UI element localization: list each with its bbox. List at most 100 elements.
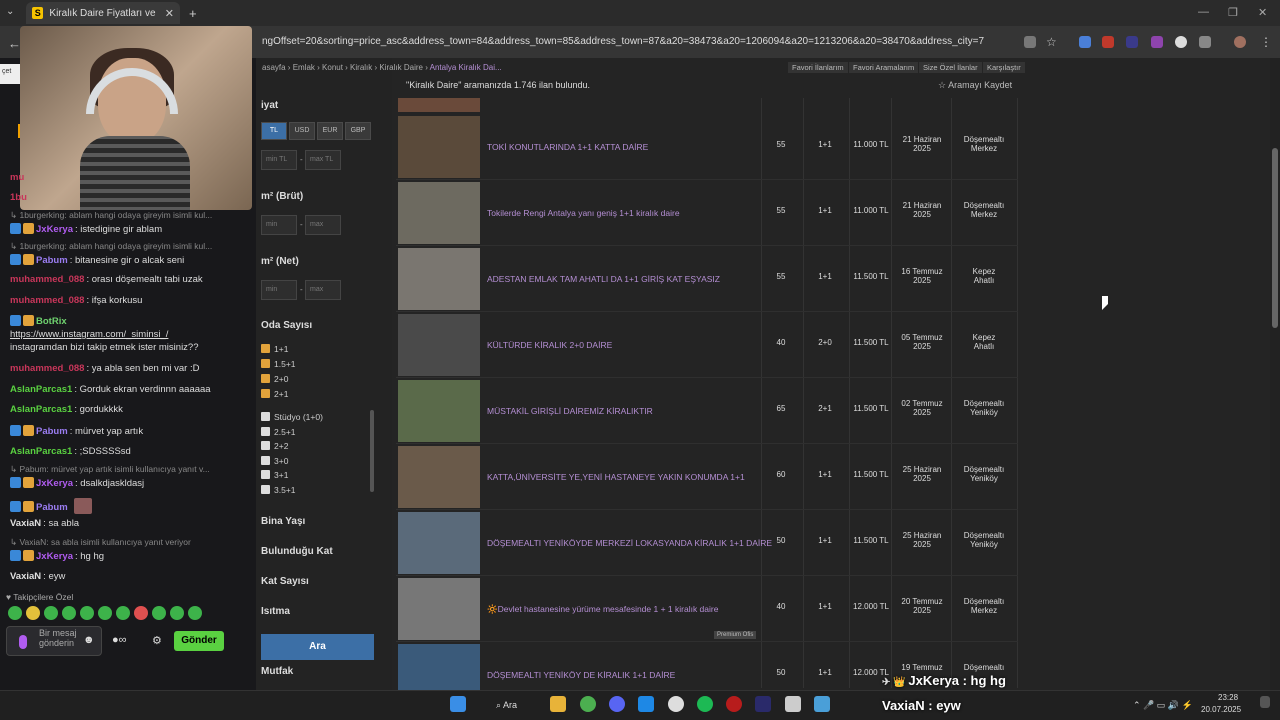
room-checkbox[interactable]: 3+0 [261, 455, 288, 466]
listing-title-link[interactable]: KATTA,ÜNİVERSİTE YE,YENİ HASTANEYE YAKIN… [487, 472, 745, 482]
search-button[interactable]: Ara [261, 634, 374, 660]
chat-username[interactable]: AslanParcas1 [10, 384, 72, 395]
listing-title-link[interactable]: DÖŞEMEALTI YENİKÖYDE MERKEZİ LOKASYANDA … [487, 538, 772, 548]
chat-username[interactable]: AslanParcas1 [10, 446, 72, 457]
filter-section-heading[interactable]: Kat Sayısı [261, 576, 309, 587]
room-checkbox[interactable]: Stüdyo (1+0) [261, 412, 323, 422]
checkbox-unchecked-icon[interactable] [261, 412, 270, 421]
listing-row[interactable]: KATTA,ÜNİVERSİTE YE,YENİ HASTANEYE YAKIN… [396, 444, 1018, 510]
currency-eur-button[interactable]: EUR [317, 122, 343, 140]
room-checkbox[interactable]: 2+0 [261, 374, 288, 384]
listing-thumbnail[interactable] [398, 314, 480, 376]
breadcrumb-item[interactable]: Kiralık Daire [379, 63, 423, 72]
checkbox-checked-icon[interactable] [261, 359, 270, 368]
notepad-icon[interactable] [814, 696, 830, 712]
breadcrumb-item[interactable]: Konut [322, 63, 343, 72]
listing-thumbnail[interactable] [398, 380, 480, 442]
emote-bar[interactable] [8, 606, 202, 620]
emoji-icon[interactable]: ☻ [83, 635, 95, 646]
listing-row[interactable]: TOKİ KONUTLARINDA 1+1 KATTA DAİRE 55 1+1 11… [396, 114, 1018, 180]
room-checkbox[interactable]: 2+2 [261, 441, 288, 451]
chat-message-input[interactable]: Bir mesaj gönderin ☻ [6, 626, 102, 656]
listing-thumbnail[interactable] [398, 512, 480, 574]
m2-brut-max-input[interactable]: max [305, 215, 341, 235]
url-field[interactable]: ngOffset=20&sorting=price_asc&address_to… [262, 36, 984, 47]
checkbox-unchecked-icon[interactable] [261, 426, 270, 436]
listing-thumbnail[interactable] [398, 182, 480, 244]
checkbox-checked-icon[interactable] [261, 389, 270, 398]
room-checkbox[interactable]: 2+1 [261, 389, 288, 399]
bookmark-star-icon[interactable]: ☆ [1046, 36, 1058, 48]
page-scrollbar[interactable] [1270, 58, 1280, 690]
listing-row[interactable]: MÜSTAKİL GİRİŞLİ DAİREMİZ KİRALIKTIR 65 2+… [396, 378, 1018, 444]
listing-thumbnail[interactable] [398, 116, 480, 178]
listing-title-link[interactable]: ADESTAN EMLAK TAM AHATLI DA 1+1 GİRİŞ KA… [487, 274, 720, 284]
windows-start-icon[interactable] [450, 696, 466, 712]
listing-title-link[interactable]: TOKİ KONUTLARINDA 1+1 KATTA DAİRE [487, 142, 648, 152]
max-price-input[interactable]: max TL [305, 150, 341, 170]
extension-icon[interactable] [1151, 36, 1163, 48]
filter-section-heading[interactable]: Mutfak [261, 666, 293, 677]
rooms-scrollbar[interactable] [370, 410, 374, 492]
room-checkbox[interactable]: 1+1 [261, 344, 288, 354]
m2-brut-min-input[interactable]: min [261, 215, 297, 235]
chat-username[interactable]: JxKerya [36, 478, 73, 489]
key-icon[interactable] [1024, 36, 1036, 48]
chat-username[interactable]: Pabum [36, 502, 68, 513]
minimize-icon[interactable]: — [1198, 6, 1209, 18]
room-checkbox[interactable]: 3.5+1 [261, 485, 296, 495]
checkbox-unchecked-icon[interactable] [261, 441, 270, 451]
chat-username[interactable]: muhammed_088 [10, 295, 84, 306]
filter-section-heading[interactable]: Bina Yaşı [261, 516, 305, 527]
listing-thumbnail[interactable] [398, 248, 480, 310]
currency-gbp-button[interactable]: GBP [345, 122, 371, 140]
filter-section-heading[interactable]: Bulunduğu Kat [261, 546, 333, 557]
listing-row[interactable]: KÜLTÜRDE KİRALIK 2+0 DAİRE 40 2+0 11.500 TL… [396, 312, 1018, 378]
favorite-listings-link[interactable]: Favori İlanlarım [788, 62, 848, 73]
breadcrumb-item[interactable]: asayfa [262, 63, 286, 72]
listing-row[interactable]: DÖŞEMEALTI YENİKÖYDE MERKEZİ LOKASYANDA … [396, 510, 1018, 576]
close-window-icon[interactable]: ✕ [1258, 6, 1267, 19]
listing-thumbnail[interactable] [398, 446, 480, 508]
chat-username[interactable]: 1bu [10, 192, 27, 203]
taskbar-search[interactable]: ⌕ Ara [496, 700, 517, 711]
listing-row[interactable]: ADESTAN EMLAK TAM AHATLI DA 1+1 GİRİŞ KA… [396, 246, 1018, 312]
checkbox-unchecked-icon[interactable] [261, 455, 270, 465]
checkbox-checked-icon[interactable] [261, 374, 270, 383]
menu-kebab-icon[interactable]: ⋮ [1260, 36, 1272, 48]
chat-username[interactable]: AslanParcas1 [10, 404, 72, 415]
room-checkbox[interactable]: 3+1 [261, 470, 288, 480]
chat-username[interactable]: Pabum [36, 255, 68, 266]
maximize-icon[interactable]: ❐ [1228, 6, 1238, 19]
listing-title-link[interactable]: 🔆Devlet hastanesine yürüme mesafesinde 1… [487, 604, 718, 615]
after-effects-icon[interactable] [755, 696, 771, 712]
close-tab-icon[interactable]: ✕ [165, 7, 174, 20]
room-checkbox[interactable]: 2.5+1 [261, 426, 296, 437]
browser-tab[interactable]: S Kiralık Daire Fiyatları ve Kiralık E ✕ [26, 2, 180, 24]
m2-net-max-input[interactable]: max [305, 280, 341, 300]
filter-section-heading[interactable]: Isıtma [261, 606, 290, 617]
send-chat-button[interactable]: Gönder [174, 631, 224, 651]
listing-thumbnail[interactable] [398, 98, 480, 112]
listing-title-link[interactable]: MÜSTAKİL GİRİŞLİ DAİREMİZ KİRALIKTIR [487, 406, 653, 416]
chat-username[interactable]: VaxiaN [10, 571, 41, 582]
listing-title-link[interactable]: DÖŞEMEALTI YENİKÖY DE KİRALIK 1+1 DAİRE [487, 670, 675, 680]
settings-gear-icon[interactable]: ⚙ [152, 634, 162, 647]
compare-link[interactable]: Karşılaştır [983, 62, 1025, 73]
favorite-searches-link[interactable]: Favori Aramalarım [849, 62, 919, 73]
min-price-input[interactable]: min TL [261, 150, 297, 170]
listing-title-link[interactable]: Tokilerde Rengi Antalya yanı geniş 1+1 k… [487, 208, 680, 218]
chat-link[interactable]: https://www.instagram.com/_siminsi_/ [10, 329, 168, 340]
profile-avatar[interactable] [1234, 36, 1246, 48]
tab-search-icon[interactable]: ⌄ [6, 6, 14, 17]
currency-usd-button[interactable]: USD [289, 122, 315, 140]
chat-username[interactable]: Pabum [36, 426, 68, 437]
listing-thumbnail[interactable] [398, 578, 480, 640]
microphone-icon[interactable] [19, 635, 27, 649]
app-icon[interactable] [638, 696, 654, 712]
tray-icons[interactable]: ⌃ 🎤 ▭ 🔊 ⚡ [1133, 700, 1193, 711]
breadcrumb-item[interactable]: Kiralık [350, 63, 372, 72]
new-tab-icon[interactable]: + [189, 6, 197, 21]
discord-icon[interactable] [609, 696, 625, 712]
chat-username[interactable]: JxKerya [36, 551, 73, 562]
